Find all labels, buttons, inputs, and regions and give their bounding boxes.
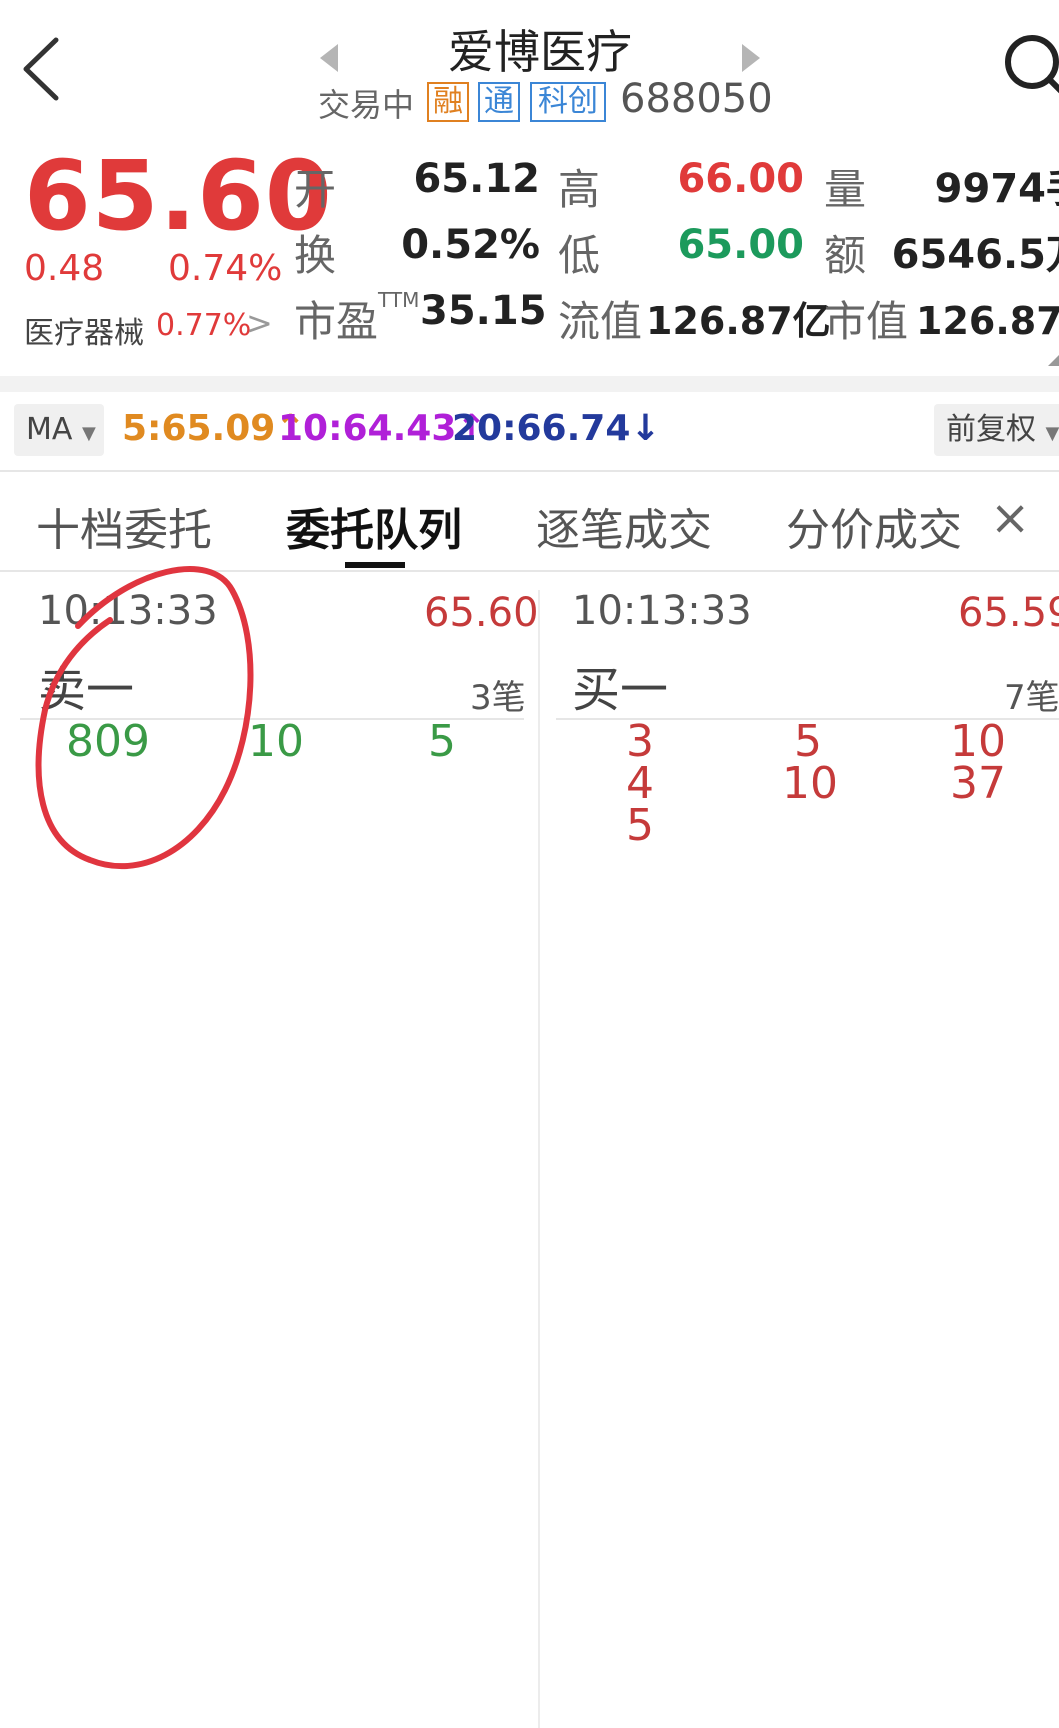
connect-badge: 通: [478, 82, 520, 122]
turnover-label: 换: [294, 231, 337, 280]
stock-code: 688050: [620, 76, 773, 122]
tab-order-queue[interactable]: 委托队列: [286, 494, 462, 558]
sector-name[interactable]: 医疗器械: [24, 308, 144, 352]
prev-stock-icon[interactable]: [320, 44, 338, 72]
buy-queue-time: 10:13:33: [572, 588, 752, 634]
column-divider: [538, 590, 540, 1728]
buy-queue-price: 65.59: [958, 590, 1059, 636]
pe-label: 市盈TTM: [294, 288, 420, 346]
buy-queue-level: 买一: [572, 662, 669, 718]
low-value: 65.00: [677, 222, 804, 268]
search-icon[interactable]: [1000, 30, 1059, 100]
caret-down-icon: ▼: [81, 423, 96, 444]
close-icon[interactable]: ×: [990, 490, 1030, 546]
low-label: 低: [558, 231, 601, 280]
tab-ten-level-orders[interactable]: 十档委托: [36, 494, 212, 558]
adjustment-selector[interactable]: 前复权 ▼: [934, 404, 1059, 456]
sell-order-qty: 5: [428, 716, 456, 767]
tab-price-volume[interactable]: 分价成交: [786, 494, 962, 558]
float-cap-value: 126.87亿: [646, 299, 831, 343]
price-change-pct: 0.74%: [168, 248, 283, 289]
tab-tick-trades[interactable]: 逐笔成交: [536, 494, 712, 558]
hand-drawn-circle-annotation: [35, 566, 254, 870]
next-stock-icon[interactable]: [742, 44, 760, 72]
pe-value: 35.15: [420, 288, 547, 334]
star-market-badge: 科创: [530, 82, 606, 122]
buy-order-qty: 5: [626, 800, 654, 851]
market-cap-label: 市值: [824, 297, 909, 346]
margin-badge: 融: [427, 82, 469, 122]
volume-value: 9974手: [934, 166, 1059, 212]
expand-corner-icon[interactable]: [1048, 354, 1059, 366]
open-value: 65.12: [413, 156, 540, 202]
ma20-value: 20:66.74↓: [452, 408, 661, 449]
order-queue-page: 爱博医疗 交易中 融 通 科创 688050 65.60 0.48 0.74% …: [0, 0, 1059, 1728]
high-value: 66.00: [677, 156, 804, 202]
amount-label: 额: [824, 231, 867, 280]
caret-down-icon: ▼: [1045, 423, 1059, 444]
high-label: 高: [558, 165, 601, 214]
buy-order-qty: 37: [950, 758, 1006, 809]
last-price: 65.60: [24, 140, 333, 252]
turnover-value: 0.52%: [401, 222, 540, 268]
ma-selector[interactable]: MA ▼: [14, 404, 104, 456]
volume-label: 量: [824, 165, 867, 214]
stock-name: 爱博医疗: [448, 25, 632, 79]
open-label: 开: [294, 165, 337, 214]
section-separator: [0, 376, 1059, 392]
sell-queue-price: 65.60: [424, 590, 539, 636]
sector-change-pct[interactable]: 0.77%: [156, 308, 251, 343]
trade-status: 交易中: [318, 86, 415, 124]
divider: [0, 470, 1059, 472]
buy-order-qty: 10: [782, 758, 838, 809]
sell-queue-count: 3笔: [470, 678, 526, 718]
float-cap-label: 流值: [558, 297, 643, 346]
back-arrow-icon[interactable]: [18, 34, 78, 104]
price-change: 0.48: [24, 248, 105, 289]
active-tab-indicator: [345, 562, 405, 568]
chevron-right-icon[interactable]: >: [246, 304, 273, 342]
market-cap-value: 126.87亿: [916, 299, 1059, 343]
pe-ttm-superscript: TTM: [378, 288, 420, 312]
buy-queue-count: 7笔: [1004, 678, 1059, 718]
amount-value: 6546.5万: [891, 232, 1059, 278]
